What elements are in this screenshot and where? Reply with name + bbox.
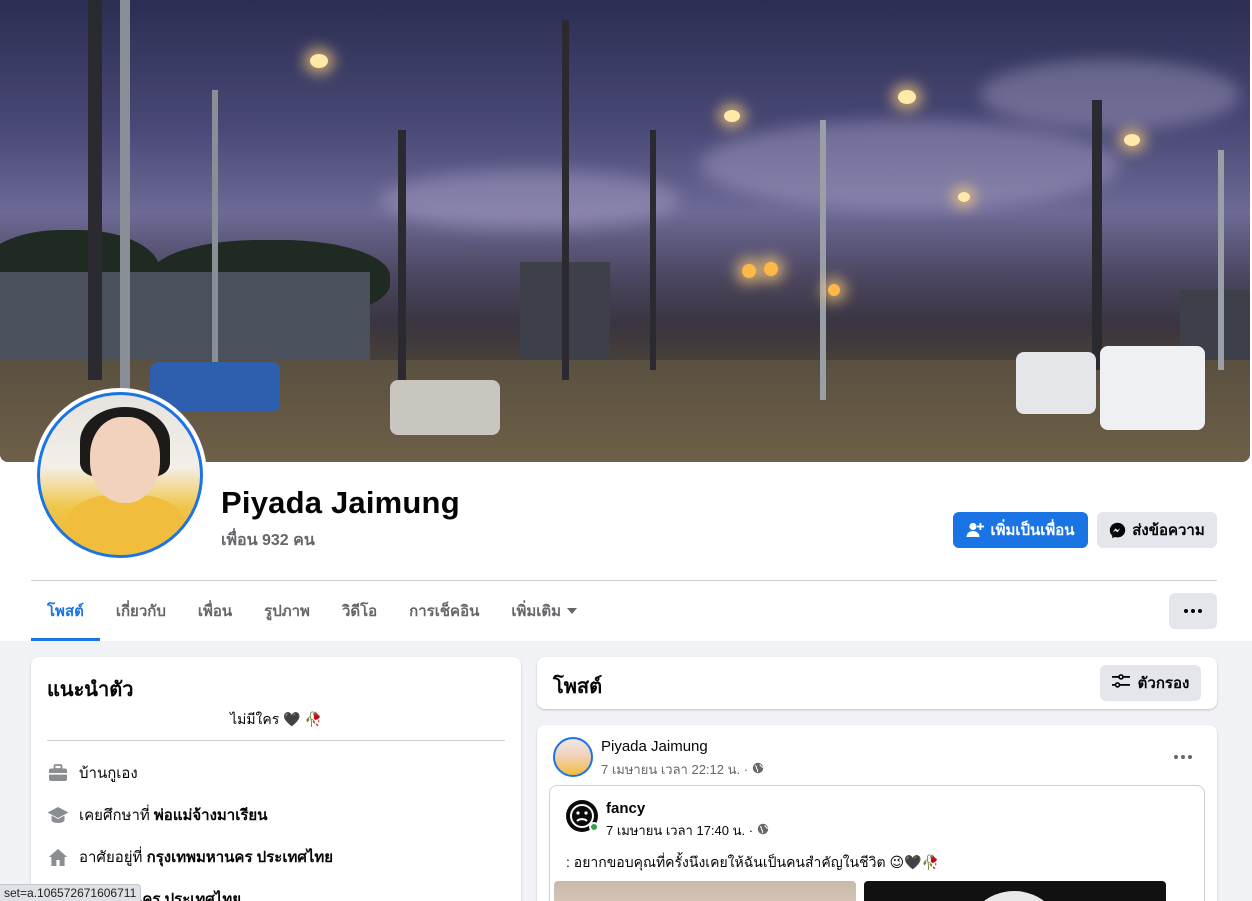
post-meta: 7 เมษายน เวลา 22:12 น. · xyxy=(601,759,764,780)
cover-pole xyxy=(1092,100,1102,370)
tab-label: การเช็คอิน xyxy=(409,603,480,620)
tab-posts[interactable]: โพสต์ xyxy=(31,581,100,641)
intro-card: แนะนำตัว ไม่มีใคร 🖤 🥀 บ้านกูเอง เคยศึกษา… xyxy=(31,657,521,901)
graduation-cap-icon xyxy=(47,804,69,826)
intro-work: บ้านกูเอง xyxy=(47,761,138,785)
cover-pole xyxy=(650,130,656,370)
tab-more[interactable]: เพิ่มเติม xyxy=(495,581,593,641)
shared-author-name[interactable]: fancy xyxy=(606,800,645,817)
intro-lives: อาศัยอยู่ที่ กรุงเทพมหานคร ประเทศไทย xyxy=(47,845,333,869)
tab-label: เพื่อน xyxy=(197,603,233,620)
shared-post-text: : อยากขอบคุณที่ครั้งนึงเคยให้ฉันเป็นคนสำ… xyxy=(566,854,939,870)
post-author-avatar[interactable] xyxy=(553,737,593,777)
cover-pole xyxy=(820,120,826,400)
post-author-name[interactable]: Piyada Jaimung xyxy=(601,738,708,755)
profile-more-button[interactable] xyxy=(1169,593,1217,629)
cover-car xyxy=(1016,352,1096,414)
home-icon xyxy=(47,846,69,868)
tab-label: เกี่ยวกับ xyxy=(115,603,166,620)
cover-street-lamp xyxy=(724,110,740,122)
tab-videos[interactable]: วิดีโอ xyxy=(326,581,393,641)
tab-label: รูปภาพ xyxy=(264,603,310,620)
message-button[interactable]: ส่งข้อความ xyxy=(1097,512,1217,548)
message-label: ส่งข้อความ xyxy=(1132,522,1205,539)
cover-traffic-light xyxy=(742,264,756,278)
tab-checkins[interactable]: การเช็คอิน xyxy=(393,581,495,641)
messenger-icon xyxy=(1109,522,1126,539)
cover-pole xyxy=(1218,150,1224,370)
more-dots-icon xyxy=(1174,755,1178,759)
cover-pole xyxy=(398,130,406,390)
intro-lives-prefix: อาศัยอยู่ที่ xyxy=(79,849,147,866)
tab-label: โพสต์ xyxy=(47,603,84,620)
tab-friends[interactable]: เพื่อน xyxy=(182,581,248,641)
posts-title: โพสต์ xyxy=(553,676,603,698)
online-status-dot xyxy=(589,822,599,832)
shared-photo[interactable] xyxy=(864,881,1166,901)
shared-post[interactable]: fancy 7 เมษายน เวลา 17:40 น. · : อยากขอบ… xyxy=(549,785,1205,901)
cover-cloud xyxy=(980,60,1240,130)
cover-building xyxy=(0,272,370,372)
cover-pole xyxy=(88,0,102,380)
more-dots-icon xyxy=(1184,609,1188,613)
more-dots-icon xyxy=(1181,755,1185,759)
cover-cloud xyxy=(700,120,1120,210)
globe-icon xyxy=(752,762,764,777)
shared-meta: 7 เมษายน เวลา 17:40 น. · xyxy=(606,820,769,841)
post-card: Piyada Jaimung 7 เมษายน เวลา 22:12 น. · … xyxy=(537,725,1217,901)
more-dots-icon xyxy=(1198,609,1202,613)
filter-label: ตัวกรอง xyxy=(1137,675,1190,692)
cover-car xyxy=(390,380,500,435)
posts-header-card: โพสต์ ตัวกรอง xyxy=(537,657,1217,709)
avatar-face xyxy=(90,417,160,503)
add-friend-label: เพิ่มเป็นเพื่อน xyxy=(990,522,1075,539)
cover-car xyxy=(1100,346,1205,430)
more-dots-icon xyxy=(1188,755,1192,759)
cover-pole xyxy=(120,0,130,390)
tab-about[interactable]: เกี่ยวกับ xyxy=(100,581,182,641)
intro-work-text: บ้านกูเอง xyxy=(79,765,138,782)
add-friend-button[interactable]: เพิ่มเป็นเพื่อน xyxy=(953,512,1088,548)
post-options-button[interactable] xyxy=(1165,739,1201,775)
more-dots-icon xyxy=(1191,609,1195,613)
profile-name: Piyada Jaimung xyxy=(221,485,460,520)
filter-button[interactable]: ตัวกรอง xyxy=(1100,665,1201,701)
intro-education-link[interactable]: พ่อแม่จ้างมาเรียน xyxy=(154,807,268,824)
cover-traffic-light xyxy=(828,284,840,296)
profile-header: Piyada Jaimung เพื่อน 932 คน เพิ่มเป็นเพ… xyxy=(0,0,1252,641)
intro-lives-link[interactable]: กรุงเทพมหานคร ประเทศไทย xyxy=(147,849,333,866)
intro-education: เคยศึกษาที่ พ่อแม่จ้างมาเรียน xyxy=(47,803,267,827)
cover-cloud xyxy=(380,170,680,230)
avatar-photo xyxy=(37,392,203,558)
cover-street-lamp xyxy=(310,54,328,68)
cover-street-lamp xyxy=(1124,134,1140,146)
globe-icon xyxy=(757,823,769,838)
cover-traffic-light xyxy=(764,262,778,276)
caret-down-icon xyxy=(567,608,578,614)
briefcase-icon xyxy=(47,762,69,784)
browser-status-bar: set=a.106572671606711 xyxy=(0,884,142,901)
cover-street-lamp xyxy=(898,90,916,104)
profile-avatar[interactable] xyxy=(33,388,207,562)
filter-icon xyxy=(1111,674,1130,692)
cover-pole xyxy=(562,20,569,380)
profile-tabs: โพสต์ เกี่ยวกับ เพื่อน รูปภาพ วิดีโอ การ… xyxy=(31,581,593,641)
intro-divider xyxy=(47,740,505,741)
tab-photos[interactable]: รูปภาพ xyxy=(248,581,326,641)
post-timestamp[interactable]: 7 เมษายน เวลา 22:12 น. · xyxy=(601,759,748,780)
add-friend-icon xyxy=(966,522,985,538)
tab-label: เพิ่มเติม xyxy=(511,603,562,620)
intro-bio: ไม่มีใคร 🖤 🥀 xyxy=(230,711,322,727)
cover-street-lamp xyxy=(958,192,970,202)
intro-title: แนะนำตัว xyxy=(47,679,134,701)
cover-photo[interactable] xyxy=(0,0,1250,462)
friend-count[interactable]: เพื่อน 932 คน xyxy=(221,528,315,553)
shared-photo[interactable] xyxy=(554,881,856,901)
tab-label: วิดีโอ xyxy=(341,603,378,620)
intro-education-prefix: เคยศึกษาที่ xyxy=(79,807,154,824)
shared-timestamp[interactable]: 7 เมษายน เวลา 17:40 น. · xyxy=(606,820,753,841)
avatar-shirt xyxy=(66,495,184,555)
